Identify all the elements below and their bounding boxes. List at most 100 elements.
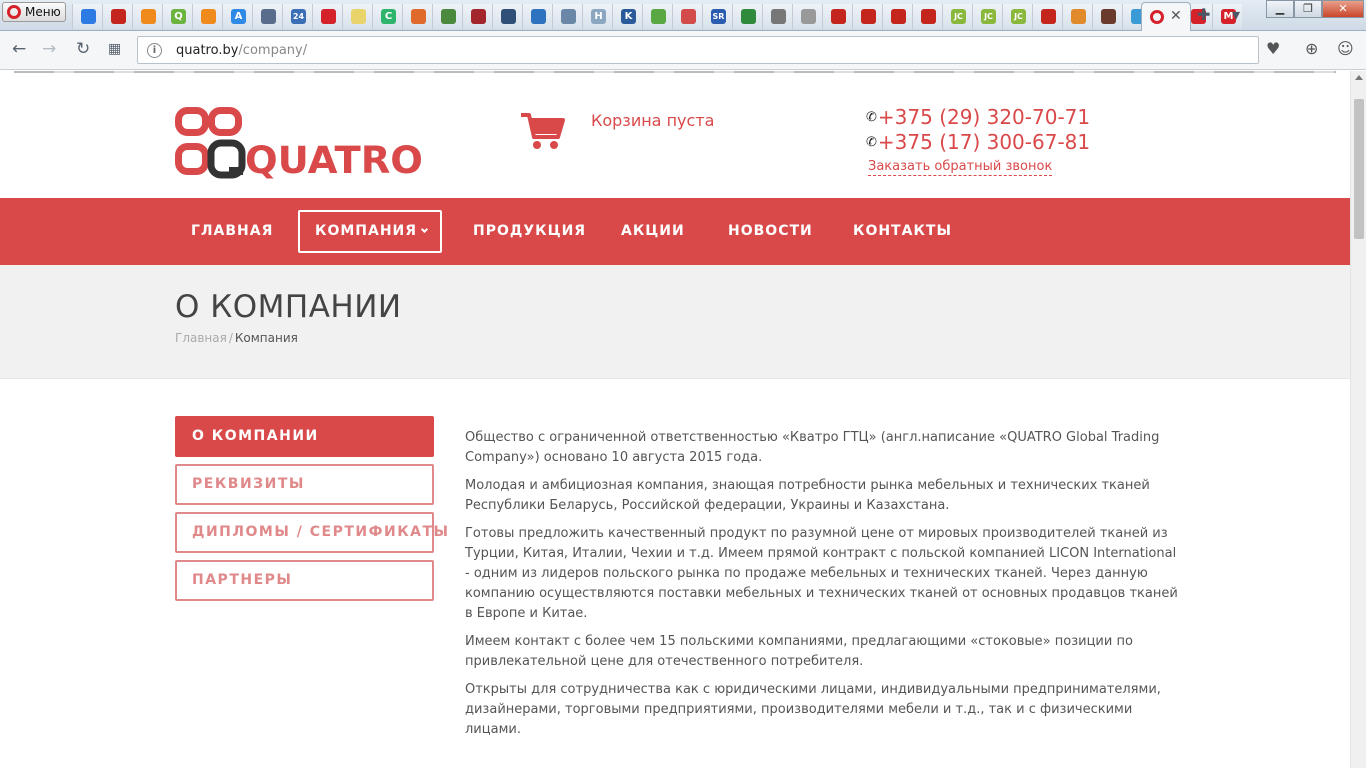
new-tab-icon[interactable]: ✚	[1197, 6, 1210, 24]
sidebar-item-partners[interactable]: ПАРТНЕРЫ	[175, 560, 434, 601]
gear-icon	[561, 9, 576, 24]
cart-status[interactable]: Корзина пуста	[591, 111, 714, 130]
badge-icon	[831, 9, 846, 24]
pinned-tab[interactable]	[792, 4, 822, 29]
pinned-tab[interactable]	[522, 4, 552, 29]
pinned-tab[interactable]	[132, 4, 162, 29]
pinned-tab[interactable]	[432, 4, 462, 29]
page-scrollbar[interactable]	[1350, 71, 1366, 768]
pinned-tab[interactable]: JC	[1002, 4, 1032, 29]
phone-number[interactable]: ✆ +375 (17) 300-67-81	[866, 130, 1090, 155]
pinned-tab[interactable]	[552, 4, 582, 29]
opera-favicon-icon	[1150, 10, 1164, 24]
flame-icon	[411, 9, 426, 24]
pinned-tab[interactable]	[672, 4, 702, 29]
trend-icon	[201, 9, 216, 24]
pinned-tab[interactable]	[1062, 4, 1092, 29]
pinned-tab[interactable]	[402, 4, 432, 29]
speed-dial-icon[interactable]: ▦	[108, 39, 121, 59]
pinned-tab[interactable]	[72, 4, 102, 29]
speedometer-icon	[111, 9, 126, 24]
opera-menu-button[interactable]: Меню	[2, 2, 66, 22]
pinned-tab[interactable]: K	[612, 4, 642, 29]
scrollbar-thumb[interactable]	[1354, 99, 1364, 239]
back-icon[interactable]: ←	[12, 39, 26, 59]
forward-icon[interactable]: →	[42, 39, 56, 59]
pinned-tab[interactable]: JC	[942, 4, 972, 29]
page-viewport: QUATRO Корзина пуста ✆ +375 (29) 320-70-…	[0, 71, 1350, 768]
sheet-icon	[741, 9, 756, 24]
pinned-tab[interactable]	[462, 4, 492, 29]
phone-number[interactable]: ✆ +375 (29) 320-70-71	[866, 105, 1090, 130]
close-tab-icon[interactable]: ✕	[1170, 8, 1182, 24]
pinned-tab[interactable]: Q	[162, 4, 192, 29]
reload-icon[interactable]: ↻	[76, 39, 90, 59]
window-controls: ▁ ❐ ✕	[1266, 0, 1364, 18]
pinned-tab[interactable]: JC	[972, 4, 1002, 29]
nav-home[interactable]: ГЛАВНАЯ	[191, 210, 273, 253]
tab-menu-icon[interactable]: ▾	[1232, 6, 1240, 24]
pinned-tab[interactable]: H	[582, 4, 612, 29]
site-info-icon[interactable]: i	[147, 43, 162, 58]
opera-logo-icon	[7, 5, 21, 19]
chevron-down-icon	[421, 225, 429, 234]
badge-icon	[891, 9, 906, 24]
pinned-tab[interactable]: 24	[282, 4, 312, 29]
pinned-tab[interactable]	[732, 4, 762, 29]
close-window-icon[interactable]: ✕	[1322, 0, 1364, 18]
nav-products[interactable]: ПРОДУКЦИЯ	[473, 210, 586, 253]
pinned-tab[interactable]	[102, 4, 132, 29]
quatro-logo[interactable]: QUATRO	[175, 107, 425, 179]
breadcrumb: Главная / Компания	[175, 331, 298, 345]
logo-text: QUATRO	[245, 139, 423, 179]
nav-news[interactable]: НОВОСТИ	[728, 210, 813, 253]
sidebar-item-requisites[interactable]: РЕКВИЗИТЫ	[175, 464, 434, 505]
scroll-up-icon[interactable]	[1355, 75, 1363, 80]
hash-icon	[471, 9, 486, 24]
pinned-tab[interactable]	[762, 4, 792, 29]
pinned-tab[interactable]	[342, 4, 372, 29]
badge-icon	[1041, 9, 1056, 24]
content-paragraph: Открыты для сотрудничества как с юридиче…	[465, 682, 1161, 737]
pinned-tab[interactable]	[822, 4, 852, 29]
phone-text: +375 (17) 300-67-81	[877, 130, 1091, 154]
download-icon[interactable]: ⊕	[1305, 40, 1318, 58]
pinned-tab[interactable]: A	[222, 4, 252, 29]
url-text[interactable]: quatro.by/company/	[176, 43, 307, 58]
pinned-tab[interactable]	[852, 4, 882, 29]
cart-icon[interactable]	[520, 111, 566, 151]
sidebar-item-diplomas[interactable]: ДИПЛОМЫ / СЕРТИФИКАТЫ	[175, 512, 448, 553]
pinned-tab[interactable]	[492, 4, 522, 29]
heart-icon[interactable]: ♥	[1266, 40, 1280, 58]
sidebar-item-about[interactable]: О КОМПАНИИ	[175, 416, 434, 457]
layers-icon	[501, 9, 516, 24]
pinned-tab[interactable]	[252, 4, 282, 29]
url-domain: quatro.by	[176, 43, 239, 58]
maximize-icon[interactable]: ❐	[1294, 0, 1322, 18]
nav-contacts[interactable]: КОНТАКТЫ	[853, 210, 952, 253]
page-title: О КОМПАНИИ	[175, 289, 402, 325]
active-tab[interactable]: ✕	[1141, 2, 1191, 31]
pinned-tab[interactable]: SR	[702, 4, 732, 29]
account-icon[interactable]: ☺	[1337, 40, 1354, 58]
nav-company-label: КОМПАНИЯ	[315, 223, 418, 239]
pinned-tab[interactable]	[912, 4, 942, 29]
pinned-tab[interactable]	[1092, 4, 1122, 29]
minimize-icon[interactable]: ▁	[1266, 0, 1294, 18]
callback-link[interactable]: Заказать обратный звонок	[868, 159, 1053, 176]
pinned-tab[interactable]	[642, 4, 672, 29]
pinned-tab[interactable]: C	[372, 4, 402, 29]
pinned-tab[interactable]	[192, 4, 222, 29]
content-paragraph: Молодая и амбициозная компания, знающая …	[465, 478, 1150, 513]
browser-tabstrip: Меню Q A 24 C H K SR JC JC JC M ✕ ✚ ▾ ▁ ❐ ✕	[0, 0, 1366, 31]
badge-icon	[921, 9, 936, 24]
pinned-tab[interactable]	[882, 4, 912, 29]
nav-promotions[interactable]: АКЦИИ	[621, 210, 685, 253]
url-field[interactable]: i quatro.by/company/	[137, 36, 1259, 64]
phone-icon: ✆	[866, 135, 877, 150]
opera-icon	[321, 9, 336, 24]
nav-company[interactable]: КОМПАНИЯ	[298, 210, 442, 253]
breadcrumb-home[interactable]: Главная	[175, 331, 227, 345]
pinned-tab[interactable]	[312, 4, 342, 29]
pinned-tab[interactable]	[1032, 4, 1062, 29]
